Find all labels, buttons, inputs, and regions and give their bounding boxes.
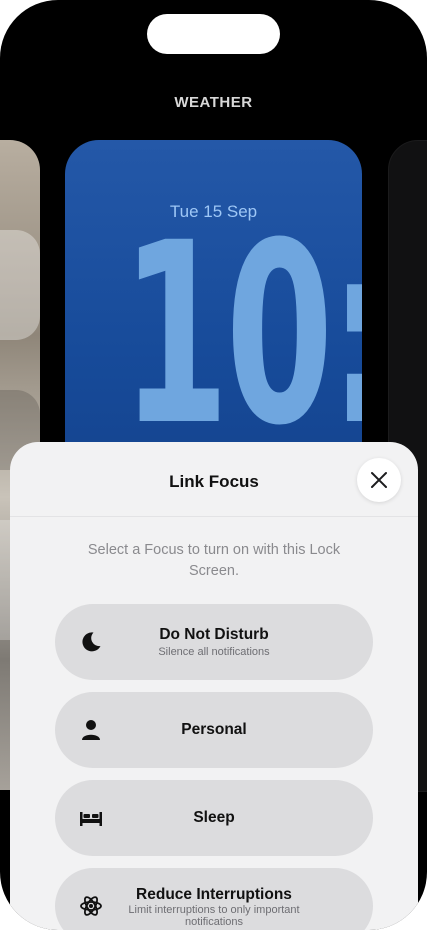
dynamic-island <box>147 14 280 54</box>
focus-option-label: Do Not Disturb <box>159 626 269 643</box>
sheet-subtitle: Select a Focus to turn on with this Lock… <box>87 542 341 579</box>
sheet-header: Link Focus <box>10 442 418 517</box>
focus-option-description: Silence all notifications <box>158 646 270 658</box>
link-focus-sheet: Link Focus Select a Focus to turn on wit… <box>10 442 418 930</box>
close-icon <box>371 472 387 488</box>
focus-option-do-not-disturb[interactable]: Do Not Disturb Silence all notifications <box>55 604 373 680</box>
focus-option-description: Limit interruptions to only important no… <box>128 904 300 928</box>
wallpaper-shape <box>0 230 40 340</box>
close-button[interactable] <box>357 458 401 502</box>
focus-option-reduce-interruptions[interactable]: Reduce Interruptions Limit interruptions… <box>55 868 373 930</box>
focus-option-label: Personal <box>181 721 247 738</box>
phone-screen: WEATHER Tue 15 Sep 10:00 Link Focus Sele… <box>0 0 427 930</box>
focus-option-personal[interactable]: Personal <box>55 692 373 768</box>
focus-option-label: Sleep <box>193 809 235 826</box>
focus-option-sleep[interactable]: Sleep <box>55 780 373 856</box>
wallpaper-category-title: WEATHER <box>174 94 253 111</box>
focus-option-label: Reduce Interruptions <box>136 886 292 903</box>
lock-screen-time: 10:00 <box>121 189 362 480</box>
